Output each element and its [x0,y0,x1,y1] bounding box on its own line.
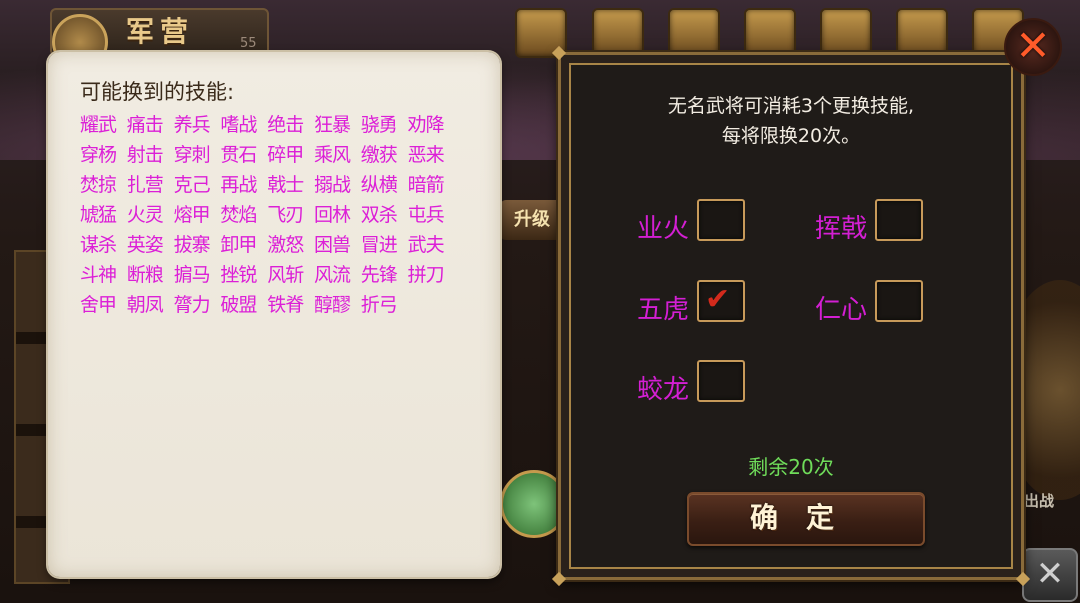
skill-item: 斗神 [80,264,117,286]
skill-item: 扎营 [126,174,164,196]
skill-item: 劝降 [407,114,445,136]
option-label-huiji: 挥戟 [815,214,868,244]
skill-item: 拼刀 [407,264,445,286]
skill-item: 养兵 [173,114,211,136]
skill-item: 穿刺 [173,144,211,166]
skill-item: 断粮 [126,264,164,286]
option-checkbox-yehuo[interactable] [697,199,745,241]
skills-list-title: 可能换到的技能: [80,80,235,104]
skill-item: 痛击 [126,114,164,136]
skill-item: 舍甲 [80,294,117,316]
skill-item: 焚掠 [80,174,117,196]
checkmark-icon: ✔ [705,282,731,317]
skill-item: 缴获 [360,144,398,166]
skill-item: 乘风 [313,144,351,166]
camp-level: 55 [240,36,257,51]
menu-icon-4[interactable] [744,8,796,58]
skill-item: 克己 [173,174,211,196]
crossed-swords-icon[interactable]: ✕ [1022,548,1078,602]
skill-item: 碎甲 [267,144,304,166]
skill-item: 掮马 [173,264,211,286]
skill-item: 挫锐 [220,264,257,286]
skills-grid: 耀武 痛击 养兵 嗜战 绝击 狂暴 骁勇 劝降穿杨 射击 穿刺 贯石 碎甲 乘风 缴获 恶来焚掠 扎营 克己 再战… [80,110,470,320]
skill-item: 穿杨 [80,144,117,166]
skill-item: 熔甲 [173,204,211,226]
option-checkbox-jiaolong[interactable] [697,360,745,402]
skill-item: 纵横 [360,174,398,196]
skill-item: 贯石 [220,144,257,166]
skill-item: 双杀 [360,204,398,226]
skill-item: 焚焰 [220,204,257,226]
option-checkbox-huiji[interactable] [875,199,923,241]
skill-item: 折弓 [360,294,398,316]
skill-item: 激怒 [267,234,304,256]
menu-icon-2[interactable] [592,8,644,58]
skill-item: 绝击 [267,114,304,136]
skill-item: 朝凤 [126,294,164,316]
option-label-renxin: 仁心 [815,295,868,325]
exchange-info-line-1: 无名武将可消耗3个更换技能, [667,95,915,117]
skill-item: 耀武 [80,114,117,136]
skill-item: 膂力 [173,294,211,316]
exchange-info-line-2: 每将限换20次。 [721,125,861,147]
skill-item: 嗜战 [220,114,257,136]
skill-item: 骁勇 [360,114,398,136]
menu-icon-3[interactable] [668,8,720,58]
upgrade-button[interactable]: 升级 [500,200,564,240]
deploy-label[interactable]: 出战 [1024,490,1054,511]
skill-exchange-inner: 无名武将可消耗3个更换技能, 每将限换20次。 业火 挥戟 五虎 ✔ 仁心 蛟龙… [569,63,1013,569]
skill-item: 恶来 [407,144,445,166]
menu-icon-5[interactable] [820,8,872,58]
skill-item: 谋杀 [80,234,117,256]
close-icon[interactable]: ✕ [1004,18,1062,76]
confirm-button[interactable]: 确定 [687,492,925,546]
skill-item: 风流 [313,264,351,286]
skill-exchange-panel: 无名武将可消耗3个更换技能, 每将限换20次。 业火 挥戟 五虎 ✔ 仁心 蛟龙… [551,45,1031,587]
skill-item: 射击 [126,144,164,166]
menu-icon-6[interactable] [896,8,948,58]
remaining-count: 剩余20次 [748,455,834,479]
skill-item: 戟士 [267,174,304,196]
option-checkbox-renxin[interactable] [875,280,923,322]
option-checkbox-wuhu[interactable]: ✔ [697,280,745,322]
option-label-jiaolong: 蛟龙 [637,375,690,405]
skill-item: 先锋 [360,264,398,286]
skill-item: 屯兵 [407,204,445,226]
skill-item: 困兽 [313,234,351,256]
skill-item: 火灵 [126,204,164,226]
skill-item: 暗箭 [407,174,445,196]
skill-item: 卸甲 [220,234,257,256]
camp-title: 军营 [126,15,195,48]
skill-item: 冒进 [360,234,398,256]
option-label-yehuo: 业火 [637,214,690,244]
skill-item: 虓猛 [80,204,117,226]
skill-item: 回林 [313,204,351,226]
skills-list-panel: 可能换到的技能: 耀武 痛击 养兵 嗜战 绝击 狂暴 骁勇 劝降穿杨 射击 穿刺 贯石 碎甲 乘风 缴获恶… [48,52,500,577]
skill-item: 拔寨 [173,234,211,256]
skill-item: 再战 [220,174,257,196]
skill-item: 醇醪 [313,294,351,316]
skill-item: 狂暴 [313,114,351,136]
skill-item: 铁脊 [267,294,304,316]
option-label-wuhu: 五虎 [637,295,690,325]
skill-item: 英姿 [126,234,164,256]
skill-item: 搦战 [313,174,351,196]
skill-item: 武夫 [407,234,445,256]
skill-item: 风斩 [267,264,304,286]
skill-item: 破盟 [220,294,257,316]
skill-item: 飞刃 [267,204,304,226]
